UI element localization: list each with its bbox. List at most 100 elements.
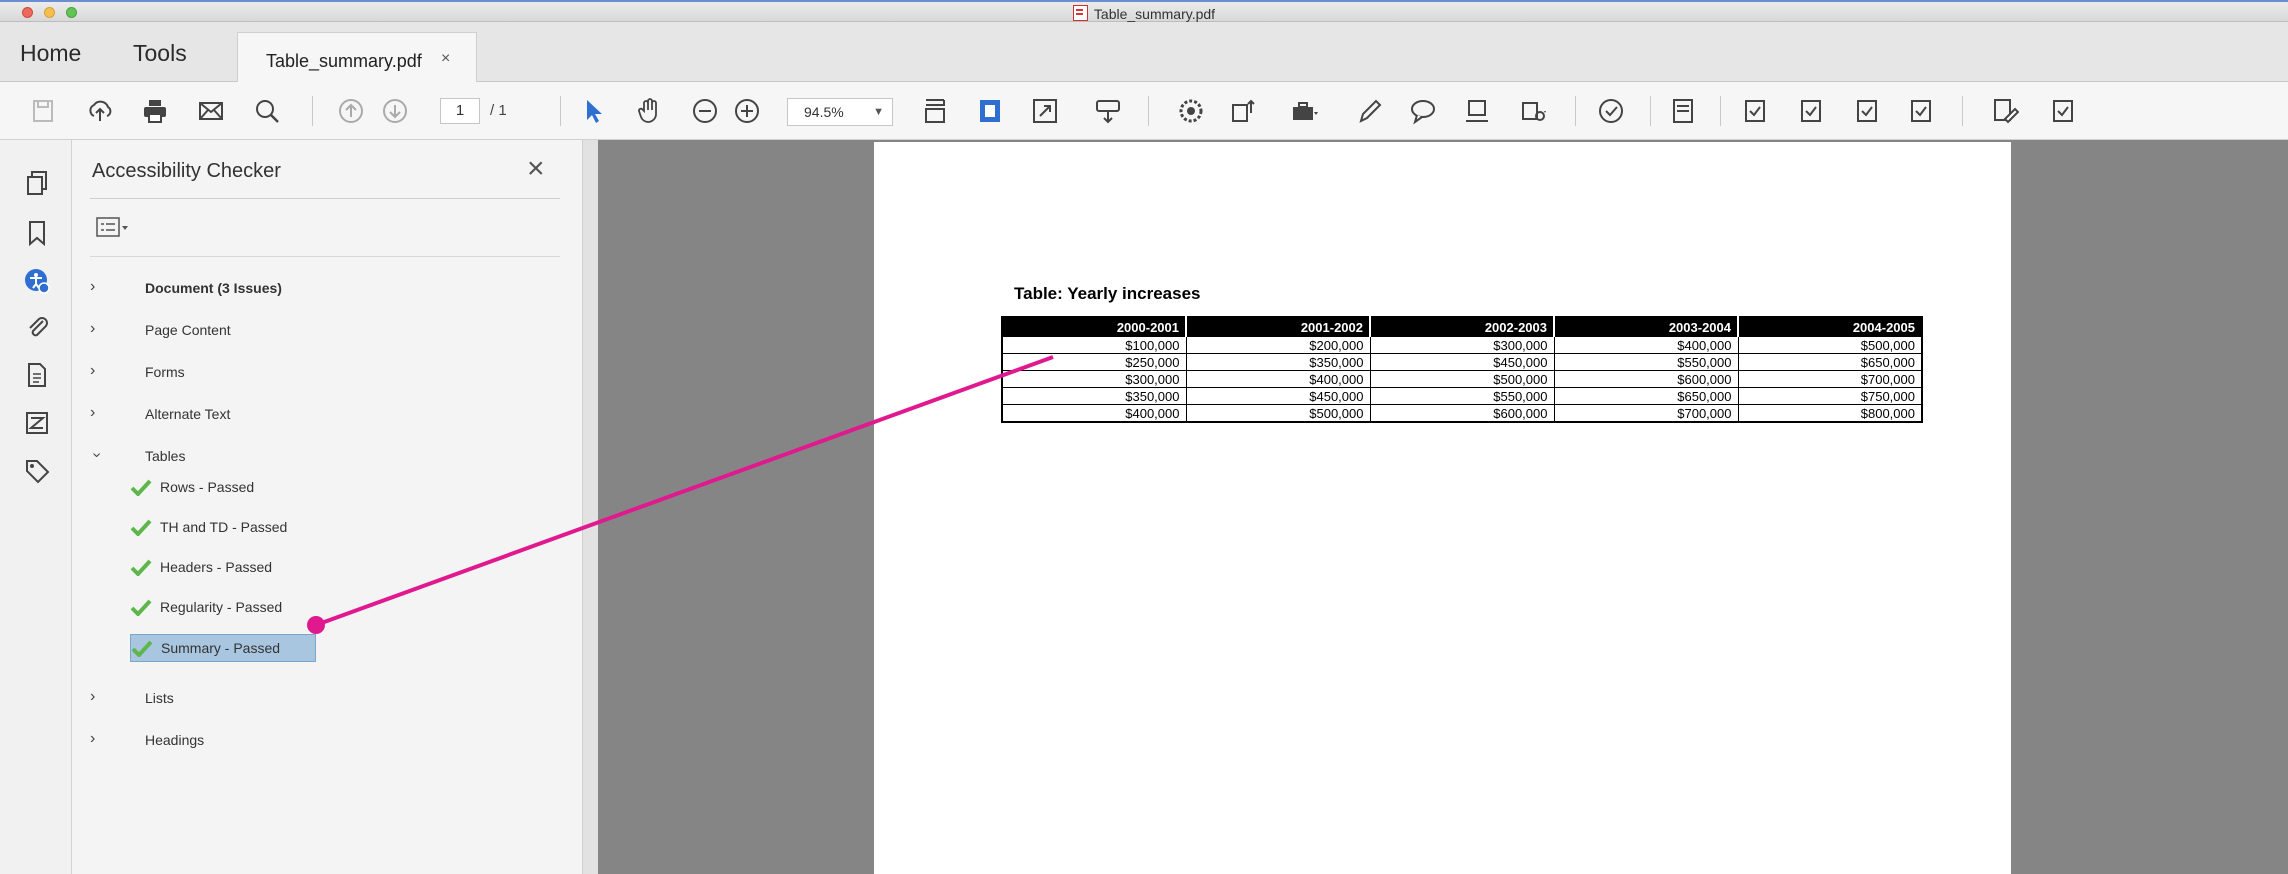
form-check-icon[interactable] <box>2048 96 2078 126</box>
search-icon[interactable] <box>252 96 282 126</box>
checkmark-icon <box>130 559 152 576</box>
read-mode-icon[interactable] <box>1093 96 1123 126</box>
checkmark-icon <box>131 640 153 657</box>
close-panel-button[interactable]: × <box>527 154 545 184</box>
tab-document[interactable]: Table_summary.pdf × <box>237 32 477 82</box>
panel-title: Accessibility Checker <box>92 160 281 182</box>
options-menu-button[interactable] <box>96 216 136 240</box>
edit-pdf-icon[interactable] <box>1990 96 2020 126</box>
chevron-down-icon[interactable]: › <box>88 452 106 457</box>
left-icon-rail <box>0 140 72 874</box>
pen-icon[interactable] <box>1355 96 1385 126</box>
table-cell: $700,000 <box>1737 370 1923 388</box>
checkmark-icon <box>130 479 152 496</box>
table-header-cell: 2003-2004 <box>1554 317 1739 337</box>
settings-icon[interactable] <box>1176 96 1206 126</box>
stamp-icon[interactable] <box>1462 96 1492 126</box>
table-caption: Table: Yearly increases <box>1014 284 1201 303</box>
table-cell: $400,000 <box>1553 336 1739 354</box>
divider <box>90 256 560 257</box>
fit-page-icon[interactable] <box>975 96 1005 126</box>
table-cell: $800,000 <box>1737 404 1923 423</box>
page-number-input[interactable]: 1 <box>440 98 480 124</box>
export-icon[interactable] <box>1228 96 1258 126</box>
check-circle-icon[interactable] <box>1596 96 1626 126</box>
table-cell: $650,000 <box>1553 387 1739 405</box>
checkmark-icon <box>130 519 152 536</box>
accessibility-icon[interactable] <box>22 266 52 296</box>
tree-item-tables[interactable]: › Tables <box>88 446 390 470</box>
chevron-right-icon[interactable]: › <box>90 320 95 338</box>
table-header-cell: 2004-2005 <box>1738 317 1922 337</box>
chevron-right-icon[interactable]: › <box>90 278 95 296</box>
comment-icon[interactable] <box>1408 96 1438 126</box>
toolbox-icon[interactable] <box>1290 96 1320 126</box>
document-icon[interactable] <box>22 360 52 390</box>
table-cell: $250,000 <box>1001 353 1187 371</box>
zoom-select[interactable]: 94.5% ▼ <box>787 98 893 126</box>
organize-icon[interactable] <box>1668 96 1698 126</box>
chevron-right-icon[interactable]: › <box>90 362 95 380</box>
tree-item-headings[interactable]: › Headings <box>90 730 390 754</box>
tree-item-forms[interactable]: › Forms <box>90 362 390 386</box>
tree-item-alternate-text[interactable]: › Alternate Text <box>90 404 390 428</box>
tab-home[interactable]: Home <box>20 40 81 67</box>
table-row: $100,000 $200,000 $300,000 $400,000 $500… <box>1001 336 1923 354</box>
protect-icon[interactable] <box>1518 96 1548 126</box>
table-cell: $400,000 <box>1001 404 1187 423</box>
form-check-icon[interactable] <box>1906 96 1936 126</box>
tab-close-button[interactable]: × <box>441 50 450 68</box>
pages-icon[interactable] <box>22 168 52 198</box>
page-total: / 1 <box>490 102 507 119</box>
tab-tools[interactable]: Tools <box>133 40 187 67</box>
table-cell: $200,000 <box>1185 336 1371 354</box>
table-cell: $500,000 <box>1737 336 1923 354</box>
select-arrow-icon[interactable] <box>578 96 608 126</box>
yearly-increases-table: 2000-2001 2001-2002 2002-2003 2003-2004 … <box>1001 316 1923 423</box>
accessibility-checker-panel: Accessibility Checker × › Document (3 Is… <box>72 140 582 874</box>
check-item-rows[interactable]: Rows - Passed <box>130 474 290 502</box>
main-toolbar: 1 / 1 94.5% ▼ <box>0 82 2288 140</box>
prev-page-icon[interactable] <box>336 96 366 126</box>
fullscreen-icon[interactable] <box>1030 96 1060 126</box>
hand-icon[interactable] <box>634 96 664 126</box>
print-icon[interactable] <box>140 96 170 126</box>
table-cell: $600,000 <box>1369 404 1555 423</box>
table-header-cell: 2001-2002 <box>1186 317 1371 337</box>
tree-item-document[interactable]: › Document (3 Issues) <box>90 278 390 302</box>
zoom-in-icon[interactable] <box>732 96 762 126</box>
attachment-icon[interactable] <box>22 312 52 342</box>
title-bar: Table_summary.pdf <box>0 0 2288 22</box>
table-header-cell: 2000-2001 <box>1002 317 1187 337</box>
tab-document-label: Table_summary.pdf <box>266 51 422 71</box>
check-item-regularity[interactable]: Regularity - Passed <box>130 594 310 622</box>
zoom-value: 94.5% <box>804 104 844 120</box>
scroll-mode-icon[interactable] <box>920 96 950 126</box>
table-cell: $450,000 <box>1185 387 1371 405</box>
chevron-right-icon[interactable]: › <box>90 688 95 706</box>
next-page-icon[interactable] <box>380 96 410 126</box>
email-icon[interactable] <box>196 96 226 126</box>
bookmark-icon[interactable] <box>22 218 52 248</box>
upload-icon[interactable] <box>85 96 115 126</box>
table-cell: $350,000 <box>1001 387 1187 405</box>
check-item-headers[interactable]: Headers - Passed <box>130 554 310 582</box>
check-item-summary[interactable]: Summary - Passed <box>130 634 316 662</box>
save-icon[interactable] <box>28 96 58 126</box>
form-check-icon[interactable] <box>1796 96 1826 126</box>
checkmark-icon <box>130 599 152 616</box>
content-icon[interactable] <box>22 408 52 438</box>
table-cell: $450,000 <box>1369 353 1555 371</box>
panel-splitter[interactable] <box>582 140 598 874</box>
chevron-right-icon[interactable]: › <box>90 404 95 422</box>
table-header-cell: 2002-2003 <box>1370 317 1555 337</box>
table-cell: $500,000 <box>1369 370 1555 388</box>
zoom-out-icon[interactable] <box>690 96 720 126</box>
form-check-icon[interactable] <box>1740 96 1770 126</box>
form-check-icon[interactable] <box>1852 96 1882 126</box>
chevron-right-icon[interactable]: › <box>90 730 95 748</box>
tree-item-lists[interactable]: › Lists <box>90 688 390 712</box>
tree-item-page-content[interactable]: › Page Content <box>90 320 390 344</box>
check-item-th-td[interactable]: TH and TD - Passed <box>130 514 310 542</box>
tag-icon[interactable] <box>22 456 52 486</box>
